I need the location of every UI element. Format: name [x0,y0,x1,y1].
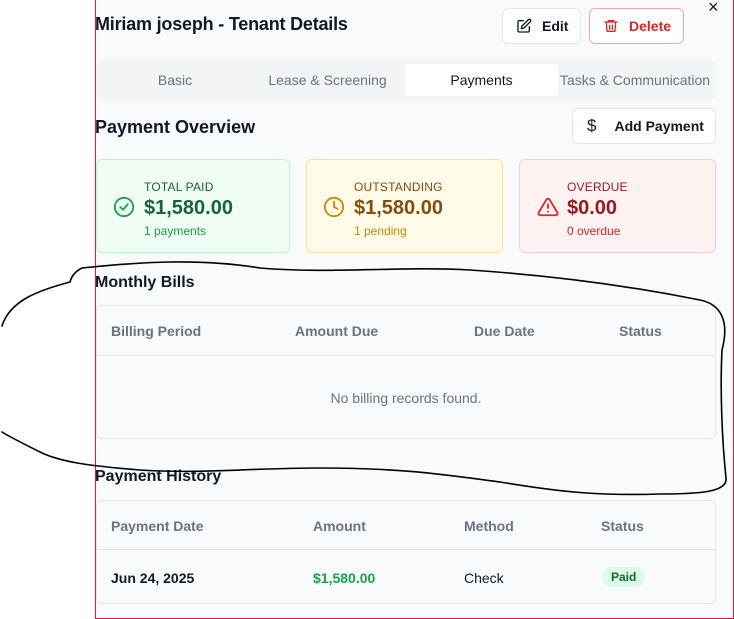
dollar-icon: $ [587,116,597,135]
divider [97,355,715,356]
total-paid-card: TOTAL PAID $1,580.00 1 payments [96,159,290,253]
column-header-billing-period: Billing Period [111,323,202,339]
empty-state-message: No billing records found. [330,390,482,406]
column-header-amount-due: Amount Due [295,323,379,339]
edit-button-label: Edit [542,18,569,34]
total-paid-value: $1,580.00 [144,197,233,219]
payment-history-table: Payment Date Amount Method Status Jun 24… [96,500,716,604]
monthly-bills-heading: Monthly Bills [95,274,195,291]
payment-date-cell: Jun 24, 2025 [111,570,195,586]
column-header-status: Status [601,518,644,534]
outstanding-value: $1,580.00 [354,197,443,219]
status-badge: Paid [602,567,646,587]
overdue-label: OVERDUE [567,180,628,194]
clock-icon [323,196,345,218]
total-paid-sub: 1 payments [144,224,207,238]
check-circle-icon [113,196,135,218]
overdue-value: $0.00 [567,197,618,219]
tab-payments[interactable]: Payments [405,64,558,96]
payment-overview-heading: Payment Overview [95,117,256,137]
add-payment-button[interactable]: $ Add Payment [572,108,716,144]
delete-button[interactable]: Delete [589,8,684,44]
divider [97,549,715,550]
column-header-status: Status [619,323,662,339]
overdue-sub: 0 overdue [567,224,621,238]
page-title: Miriam joseph - Tenant Details [95,14,348,34]
amount-cell: $1,580.00 [313,570,376,586]
warning-triangle-icon [537,197,559,217]
method-cell: Check [464,570,504,586]
overdue-card: OVERDUE $0.00 0 overdue [519,159,716,253]
close-button[interactable]: × [708,0,719,16]
pencil-square-icon [517,18,532,33]
outstanding-sub: 1 pending [354,224,407,238]
edit-button[interactable]: Edit [502,8,581,44]
outstanding-card: OUTSTANDING $1,580.00 1 pending [306,159,503,253]
outstanding-label: OUTSTANDING [354,180,443,194]
tab-lease-screening[interactable]: Lease & Screening [250,64,405,96]
tab-tasks-communication[interactable]: Tasks & Communication [558,64,712,96]
column-header-amount: Amount [313,518,366,534]
tab-bar: Basic Lease & Screening Payments Tasks &… [96,60,716,100]
total-paid-label: TOTAL PAID [144,180,214,194]
add-payment-label: Add Payment [614,118,704,134]
delete-button-label: Delete [629,18,672,34]
tab-basic[interactable]: Basic [100,64,250,96]
monthly-bills-table: Billing Period Amount Due Due Date Statu… [96,305,716,439]
column-header-payment-date: Payment Date [111,518,204,534]
column-header-method: Method [464,518,514,534]
column-header-due-date: Due Date [474,323,535,339]
trash-icon [604,20,618,32]
payment-history-heading: Payment History [95,468,222,485]
